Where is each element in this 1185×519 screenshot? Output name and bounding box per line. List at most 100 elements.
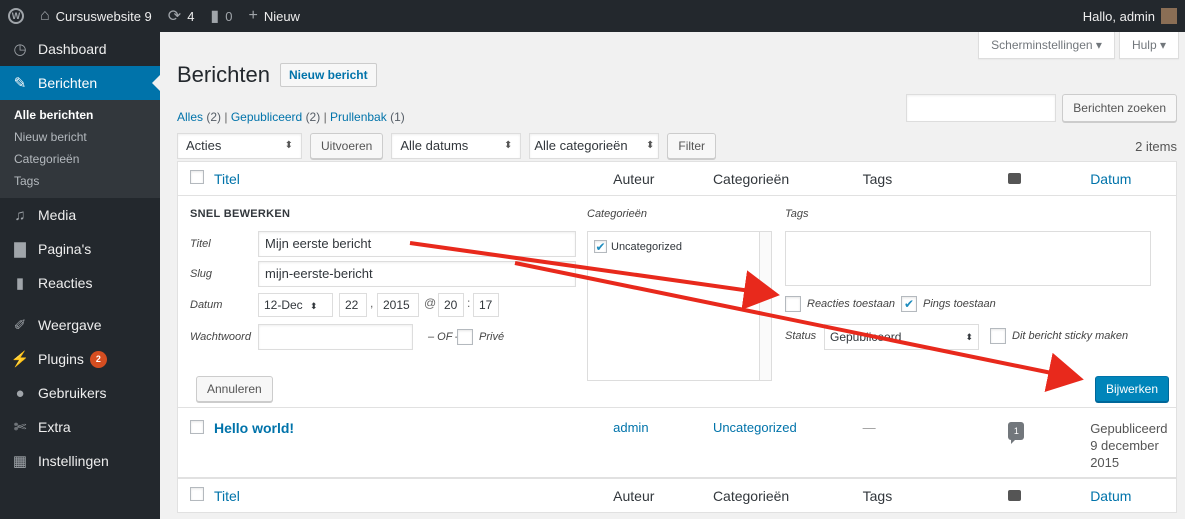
column-date-sort-footer[interactable]: Datum (1090, 488, 1131, 504)
user-icon: ● (15, 384, 25, 402)
select-all-checkbox[interactable] (190, 170, 204, 184)
submenu-new-post[interactable]: Nieuw bericht (0, 126, 160, 148)
sidebar-item-users[interactable]: ● Gebruikers (0, 376, 160, 410)
page-icon: ▇ (14, 241, 26, 258)
comment-icon: ▮ (210, 8, 220, 25)
allow-pings-checkbox[interactable]: ✔ (901, 296, 917, 312)
column-categories-footer: Categorieën (712, 487, 790, 504)
quick-edit-day-input[interactable]: 22 (339, 293, 367, 317)
search-input[interactable] (906, 94, 1057, 122)
sidebar-item-pages[interactable]: ▇ Pagina's (0, 232, 160, 266)
quick-edit-slug-label: Slug (190, 268, 213, 280)
post-author-link[interactable]: admin (613, 420, 648, 435)
quick-edit-minute-input[interactable]: 17 (473, 293, 499, 317)
cancel-button[interactable]: Annuleren (196, 376, 273, 402)
sidebar-item-media[interactable]: ♫ Media (0, 198, 160, 232)
quick-edit-status-select[interactable]: Gepubliceerd ⬍ (824, 324, 979, 350)
quick-edit-year-input[interactable]: 2015 (377, 293, 419, 317)
page-title: Berichten (177, 62, 270, 87)
column-date-sort[interactable]: Datum (1090, 171, 1131, 187)
quick-edit-hour-input[interactable]: 20 (438, 293, 464, 317)
post-date-year: 2015 (1090, 455, 1120, 470)
quick-edit-categories-label: Categorieën (587, 208, 647, 220)
update-button[interactable]: Bijwerken (1095, 376, 1170, 402)
submenu-all-posts[interactable]: Alle berichten (0, 104, 160, 126)
sticky-label: Dit bericht sticky maken (1012, 330, 1129, 342)
comments-count: 0 (225, 8, 233, 24)
add-new-post-button[interactable]: Nieuw bericht (279, 63, 377, 87)
new-content-link[interactable]: + Nieuw (240, 0, 307, 32)
screen-options-button[interactable]: Scherminstellingen ▾ (978, 32, 1115, 59)
quick-edit-status-label: Status (785, 330, 817, 342)
quick-edit-password-input[interactable] (258, 324, 413, 350)
column-tags: Tags (862, 170, 893, 187)
wordpress-logo-icon[interactable]: W (0, 0, 32, 32)
page-heading: Berichten Nieuw bericht (177, 62, 377, 88)
updates-icon: ⟳ (167, 8, 182, 25)
post-status-views: Alles (2) | Gepubliceerd (2) | Prullenba… (177, 110, 405, 124)
sidebar-item-label: Berichten (38, 75, 98, 91)
quick-edit-month-select[interactable]: 12-Dec ⬍ (258, 293, 333, 317)
apply-bulk-button[interactable]: Uitvoeren (310, 133, 384, 159)
category-label: Uncategorized (611, 240, 682, 253)
sidebar-item-label: Plugins (38, 351, 84, 367)
filter-button[interactable]: Filter (667, 133, 717, 159)
month-value: 12-Dec (264, 298, 303, 312)
quick-edit-private-checkbox[interactable] (457, 329, 473, 345)
comment-icon: ▮ (15, 275, 25, 292)
site-name-link[interactable]: ⌂ Cursuswebsite 9 (32, 0, 160, 32)
quick-edit-slug-input[interactable]: mijn-eerste-bericht (258, 261, 576, 287)
view-trash-count: (1) (390, 110, 405, 124)
updates-link[interactable]: ⟳ 4 (160, 0, 203, 32)
sidebar-item-settings[interactable]: ▦ Instellingen (0, 444, 160, 478)
sidebar-item-plugins[interactable]: ⚡ Plugins 2 (0, 342, 160, 376)
quick-edit-title-input[interactable]: Mijn eerste bericht (258, 231, 576, 257)
search-posts-button[interactable]: Berichten zoeken (1062, 94, 1177, 122)
quick-edit-panel: SNEL BEWERKEN Titel Mijn eerste bericht … (178, 196, 1176, 408)
view-published-link[interactable]: Gepubliceerd (2) (231, 110, 320, 124)
submenu-tags[interactable]: Tags (0, 170, 160, 192)
allow-comments-label: Reacties toestaan (807, 298, 896, 310)
category-item-uncategorized[interactable]: ✔ Uncategorized (594, 240, 682, 254)
column-title-sort[interactable]: Titel (214, 171, 240, 187)
post-title-link[interactable]: Hello world! (214, 420, 294, 436)
column-author-footer: Auteur (613, 487, 655, 504)
column-title-sort-footer[interactable]: Titel (214, 488, 240, 504)
chevron-down-icon: ▾ (1159, 38, 1166, 52)
comment-column-icon[interactable] (1008, 489, 1022, 501)
sticky-checkbox[interactable] (990, 328, 1006, 344)
view-published-label: Gepubliceerd (230, 110, 303, 124)
help-button[interactable]: Hulp ▾ (1118, 32, 1179, 59)
sidebar-item-posts[interactable]: ✎ Berichten (0, 66, 160, 100)
comment-count-bubble[interactable]: 1 (1008, 422, 1025, 444)
submenu-categories[interactable]: Categorieën (0, 148, 160, 170)
media-icon: ♫ (14, 206, 26, 224)
category-scrollbar[interactable] (759, 232, 771, 380)
allow-comments-checkbox[interactable] (785, 296, 801, 312)
date-filter-select[interactable]: Alle datums ⬍ (391, 133, 522, 159)
dashboard-icon: ◷ (13, 41, 27, 58)
allow-pings-label: Pings toestaan (923, 298, 996, 310)
quick-edit-tags-textarea[interactable] (785, 231, 1151, 286)
sidebar-item-appearance[interactable]: ✐ Weergave (0, 308, 160, 342)
post-category-link[interactable]: Uncategorized (713, 420, 797, 435)
category-filter-select[interactable]: Alle categorieën ⬍ (529, 133, 660, 159)
date-filter-value: Alle datums (400, 138, 469, 153)
time-colon: : (467, 296, 471, 310)
screen-options-label: Scherminstellingen (991, 38, 1093, 52)
row-checkbox[interactable] (190, 420, 204, 434)
bulk-action-select[interactable]: Acties ⬍ (177, 133, 302, 159)
checkmark-icon[interactable]: ✔ (594, 240, 607, 254)
quick-edit-private-label: Privé (479, 331, 505, 343)
sidebar-item-label: Reacties (38, 275, 93, 291)
view-all-link[interactable]: Alles (2) (177, 110, 221, 124)
comment-column-icon[interactable] (1008, 172, 1022, 184)
select-all-checkbox-footer[interactable] (190, 487, 204, 501)
comments-link[interactable]: ▮ 0 (202, 0, 240, 32)
items-count: 2 items (1135, 138, 1177, 154)
view-trash-link[interactable]: Prullenbak (1) (330, 110, 405, 124)
sidebar-item-dashboard[interactable]: ◷ Dashboard (0, 32, 160, 66)
my-account-link[interactable]: Hallo, admin (1075, 0, 1185, 32)
sidebar-item-comments[interactable]: ▮ Reacties (0, 266, 160, 300)
sidebar-item-tools[interactable]: ✄ Extra (0, 410, 160, 444)
